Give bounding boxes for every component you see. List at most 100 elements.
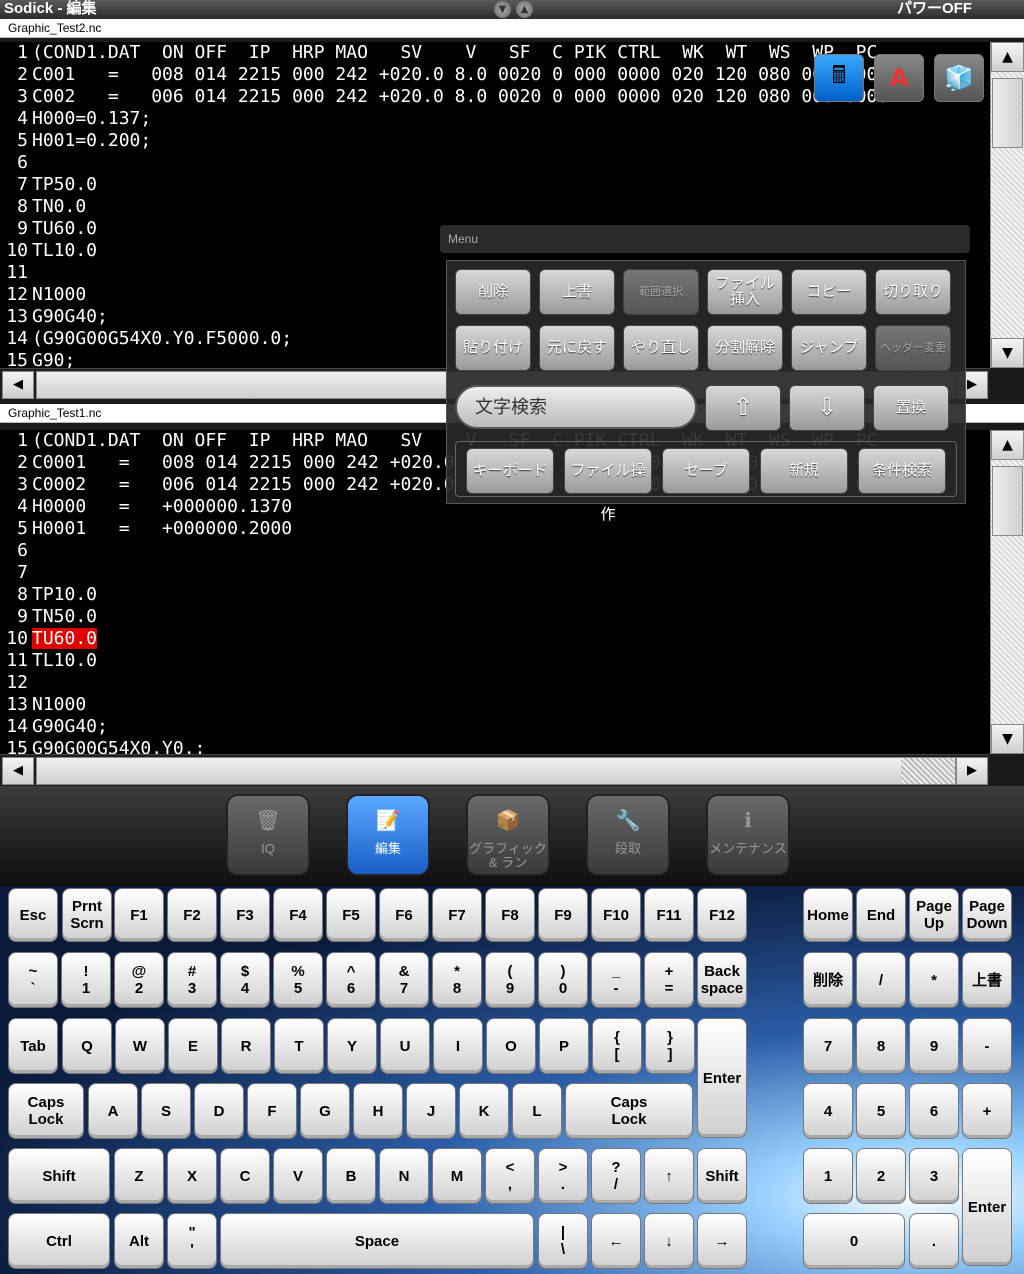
code-line[interactable]	[32, 562, 990, 584]
key-num[interactable]: * 8	[432, 952, 482, 1008]
bottom-editor-vscroll[interactable]: ▲ ▼	[990, 430, 1024, 754]
key-f4[interactable]: F4	[273, 888, 323, 942]
key-f11[interactable]: F11	[644, 888, 694, 942]
code-line-text[interactable]: (COND1.DAT ON OFF IP HRP MAO SV V SF C P…	[32, 42, 877, 63]
top-editor-vscroll[interactable]: ▲ ▼	[990, 42, 1024, 368]
key-caps-lock[interactable]: Caps Lock	[565, 1083, 693, 1139]
code-line[interactable]: G90G00G54X0.Y0.;	[32, 738, 990, 754]
key-letter[interactable]: B	[326, 1148, 376, 1204]
numpad-key[interactable]: .	[909, 1213, 959, 1269]
scroll-down-button[interactable]: ▼	[991, 724, 1024, 754]
code-line[interactable]: N1000	[32, 694, 990, 716]
hscroll-track[interactable]	[36, 757, 956, 785]
code-line-text[interactable]: TP50.0	[32, 174, 97, 195]
numpad-key[interactable]: 6	[909, 1083, 959, 1139]
key-letter[interactable]: R	[221, 1018, 271, 1074]
scroll-left-button[interactable]: ◀	[2, 371, 34, 399]
key-enter[interactable]: Enter	[697, 1018, 747, 1138]
numpad-key[interactable]: +	[962, 1083, 1012, 1139]
menu-button[interactable]: 貼り付け	[455, 325, 531, 371]
code-line[interactable]	[32, 152, 990, 174]
code-line[interactable]: H000=0.137;	[32, 108, 990, 130]
key-f8[interactable]: F8	[485, 888, 535, 942]
key-f12[interactable]: F12	[697, 888, 747, 942]
key-num[interactable]: ) 0	[538, 952, 588, 1008]
code-line-text[interactable]: TL10.0	[32, 240, 97, 261]
key-letter[interactable]: A	[88, 1083, 138, 1139]
key-f6[interactable]: F6	[379, 888, 429, 942]
scroll-thumb[interactable]	[992, 78, 1023, 148]
key-letter[interactable]: Q	[62, 1018, 112, 1074]
key-quote[interactable]: " '	[167, 1213, 217, 1269]
code-line-text[interactable]: C001 = 008 014 2215 000 242 +020.0 8.0 0…	[32, 64, 888, 85]
numpad-key[interactable]: /	[856, 952, 906, 1008]
code-line-text[interactable]: H0000 = +000000.1370	[32, 496, 292, 517]
key-letter[interactable]: I	[433, 1018, 483, 1074]
key-f9[interactable]: F9	[538, 888, 588, 942]
code-line-text[interactable]: G90G40;	[32, 306, 108, 327]
scroll-up-icon[interactable]: ▲	[516, 1, 533, 18]
key-tab[interactable]: Tab	[8, 1018, 58, 1074]
code-line-text[interactable]: (G90G00G54X0.Y0.F5000.0;	[32, 328, 292, 349]
menu-button[interactable]: 分割解除	[707, 325, 783, 371]
key-end[interactable]: End	[856, 888, 906, 942]
menu-action-button[interactable]: 条件検索	[858, 448, 946, 494]
code-line[interactable]: H0001 = +000000.2000	[32, 518, 990, 540]
key-letter[interactable]: T	[274, 1018, 324, 1074]
code-line-text[interactable]: N1000	[32, 284, 86, 305]
numpad-key[interactable]: 5	[856, 1083, 906, 1139]
code-line[interactable]: TP10.0	[32, 584, 990, 606]
menu-button[interactable]: やり直し	[623, 325, 699, 371]
menu-button[interactable]: 元に戻す	[539, 325, 615, 371]
code-line[interactable]: TN50.0	[32, 606, 990, 628]
key-letter[interactable]: Y	[327, 1018, 377, 1074]
code-line[interactable]: TP50.0	[32, 174, 990, 196]
code-line-text[interactable]: H0001 = +000000.2000	[32, 518, 292, 539]
key-num[interactable]: _ -	[591, 952, 641, 1008]
code-line-text[interactable]: TU60.0	[32, 628, 98, 649]
key-esc[interactable]: Esc	[8, 888, 58, 942]
menu-button[interactable]: ジャンプ	[791, 325, 867, 371]
key-right-arrow[interactable]: →	[697, 1213, 747, 1269]
code-line-text[interactable]: G90G00G54X0.Y0.;	[32, 738, 205, 754]
menu-button[interactable]: 削除	[455, 269, 531, 315]
replace-button[interactable]: 置換	[873, 385, 949, 431]
key-letter[interactable]: J	[406, 1083, 456, 1139]
key-num[interactable]: $ 4	[220, 952, 270, 1008]
nav-tab[interactable]: 📝 編集	[346, 794, 430, 876]
key-letter[interactable]: H	[353, 1083, 403, 1139]
numpad-key[interactable]: 2	[856, 1148, 906, 1204]
key-letter[interactable]: W	[115, 1018, 165, 1074]
code-line-text[interactable]: TN0.0	[32, 196, 86, 217]
key-letter[interactable]: N	[379, 1148, 429, 1204]
nav-tab[interactable]: ℹ メンテナンス	[706, 794, 790, 876]
code-line[interactable]: TU60.0	[32, 628, 990, 650]
key-ctrl[interactable]: Ctrl	[8, 1213, 110, 1269]
key-letter[interactable]: ? /	[591, 1148, 641, 1204]
menu-action-button[interactable]: セーブ	[662, 448, 750, 494]
key-f5[interactable]: F5	[326, 888, 376, 942]
nav-tab[interactable]: 📦 グラフィック & ラン	[466, 794, 550, 876]
scroll-right-button[interactable]: ▶	[956, 757, 988, 785]
key-prnt-scrn[interactable]: Prnt Scrn	[62, 888, 112, 942]
code-line-text[interactable]: H000=0.137;	[32, 108, 151, 129]
key-letter[interactable]: F	[247, 1083, 297, 1139]
menu-action-button[interactable]: キーボード	[466, 448, 554, 494]
key-num[interactable]: % 5	[273, 952, 323, 1008]
key-letter[interactable]: D	[194, 1083, 244, 1139]
key-letter[interactable]: Z	[114, 1148, 164, 1204]
code-line[interactable]: H001=0.200;	[32, 130, 990, 152]
key-f7[interactable]: F7	[432, 888, 482, 942]
menu-action-button[interactable]: ファイル操作	[564, 448, 652, 523]
code-line[interactable]: TN0.0	[32, 196, 990, 218]
key-shift[interactable]: Shift	[8, 1148, 110, 1204]
code-line-text[interactable]: G90;	[32, 350, 75, 368]
numpad-key[interactable]: 4	[803, 1083, 853, 1139]
key-f3[interactable]: F3	[220, 888, 270, 942]
code-line[interactable]	[32, 540, 990, 562]
key-letter[interactable]: P	[539, 1018, 589, 1074]
code-line-text[interactable]: N1000	[32, 694, 86, 715]
key-page-down[interactable]: Page Down	[962, 888, 1012, 942]
menu-button[interactable]: 切り取り	[875, 269, 951, 315]
key-letter[interactable]: X	[167, 1148, 217, 1204]
